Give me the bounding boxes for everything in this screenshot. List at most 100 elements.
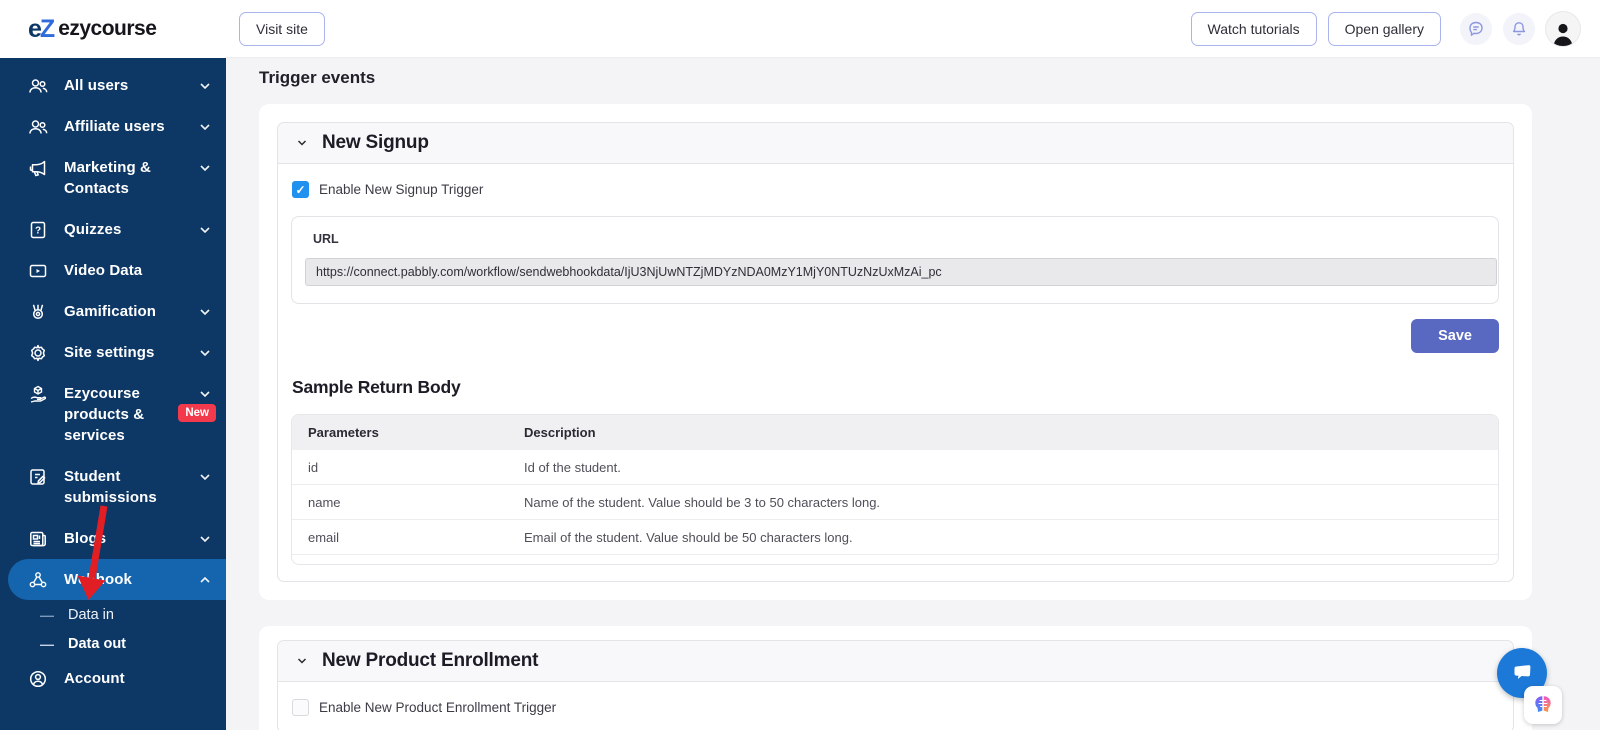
new-badge: New xyxy=(178,404,216,422)
sidebar-item-affiliate-users[interactable]: Affiliate users xyxy=(0,106,226,147)
table-row: name Name of the student. Value should b… xyxy=(292,485,1498,520)
webhook-url-input[interactable] xyxy=(305,258,1497,286)
new-product-enrollment-card: New Product Enrollment Enable New Produc… xyxy=(259,626,1532,730)
sidebar-nav: All users Affiliate users Marketing & Co… xyxy=(0,58,226,699)
sidebar-item-label: Gamification xyxy=(64,303,157,320)
bell-icon xyxy=(1512,21,1526,35)
sidebar-item-label: Affiliate users xyxy=(64,118,165,135)
brand-name: ezycourse xyxy=(58,17,157,40)
chevron-down-icon xyxy=(200,124,210,131)
chevron-down-icon xyxy=(200,536,210,543)
enable-new-product-enrollment-row: Enable New Product Enrollment Trigger xyxy=(292,699,1499,716)
chevron-down-icon xyxy=(200,474,210,481)
sidebar-item-marketing-contacts[interactable]: Marketing & Contacts xyxy=(0,147,226,209)
panel-title: New Signup xyxy=(322,132,429,153)
sidebar-item-webhook[interactable]: Webhook xyxy=(8,559,226,600)
support-chat-button[interactable] xyxy=(1460,12,1492,45)
new-signup-card: New Signup ✓ Enable New Signup Trigger U… xyxy=(259,104,1532,600)
sidebar-item-video-data[interactable]: Video Data xyxy=(0,250,226,291)
chevron-down-icon xyxy=(200,309,210,316)
sidebar-item-label: Webhook xyxy=(64,571,132,588)
sidebar-item-ezycourse-products[interactable]: Ezycourse products & services New xyxy=(0,373,226,456)
svg-text:?: ? xyxy=(35,226,41,237)
video-icon xyxy=(29,264,47,278)
sample-return-body-table: Parameters Description id Id of the stud… xyxy=(291,414,1499,565)
sidebar-subitem-data-out[interactable]: — Data out xyxy=(0,629,226,658)
check-icon: ✓ xyxy=(295,182,306,197)
new-signup-panel-body: ✓ Enable New Signup Trigger URL Save Sam… xyxy=(278,164,1513,581)
document-edit-icon xyxy=(30,469,46,485)
sidebar: eZ ezycourse All users Affiliate users M… xyxy=(0,0,226,730)
enable-new-product-enrollment-checkbox[interactable] xyxy=(292,699,309,716)
brand-logo[interactable]: eZ ezycourse xyxy=(0,0,226,58)
table-row: email Email of the student. Value should… xyxy=(292,520,1498,555)
save-row: Save xyxy=(291,319,1499,353)
sidebar-item-all-users[interactable]: All users xyxy=(0,65,226,106)
sidebar-item-quizzes[interactable]: ? Quizzes xyxy=(0,209,226,250)
url-label: URL xyxy=(313,232,339,246)
new-product-enrollment-panel-header[interactable]: New Product Enrollment xyxy=(278,641,1513,682)
users-icon xyxy=(29,120,48,134)
sidebar-item-site-settings[interactable]: Site settings xyxy=(0,332,226,373)
sidebar-item-student-submissions[interactable]: Student submissions xyxy=(0,456,226,518)
chevron-down-icon xyxy=(200,83,210,90)
sample-return-body-title: Sample Return Body xyxy=(292,377,461,397)
table-header-parameters: Parameters xyxy=(308,425,379,440)
sidebar-item-gamification[interactable]: Gamification xyxy=(0,291,226,332)
users-icon xyxy=(29,79,48,93)
chevron-up-icon xyxy=(200,576,210,583)
dash-icon: — xyxy=(40,606,54,623)
table-row: id Id of the student. xyxy=(292,450,1498,485)
new-product-enrollment-panel-body: Enable New Product Enrollment Trigger xyxy=(278,682,1513,730)
newspaper-icon xyxy=(30,531,46,547)
product-box-icon xyxy=(30,385,47,403)
panel-title: New Product Enrollment xyxy=(322,650,539,671)
chat-bubble-icon xyxy=(1469,21,1483,36)
new-signup-panel-header[interactable]: New Signup xyxy=(278,123,1513,164)
medal-icon xyxy=(32,304,44,320)
messenger-bubble-icon xyxy=(1514,665,1531,679)
sidebar-item-blogs[interactable]: Blogs xyxy=(0,518,226,559)
notifications-button[interactable] xyxy=(1503,12,1535,45)
new-signup-panel: New Signup ✓ Enable New Signup Trigger U… xyxy=(277,122,1514,582)
sidebar-item-label: Site settings xyxy=(64,344,155,361)
chevron-down-icon xyxy=(200,227,210,234)
user-avatar[interactable] xyxy=(1546,11,1580,46)
sidebar-item-label: Blogs xyxy=(64,530,107,547)
chevron-down-icon xyxy=(200,350,210,357)
visit-site-button[interactable]: Visit site xyxy=(239,11,325,46)
brain-icon xyxy=(1535,696,1551,712)
enable-new-signup-row: ✓ Enable New Signup Trigger xyxy=(292,181,1499,198)
new-product-enrollment-panel: New Product Enrollment Enable New Produc… xyxy=(277,640,1514,730)
sidebar-item-label: Student submissions xyxy=(64,468,157,506)
sidebar-item-label: All users xyxy=(64,77,129,94)
enable-new-signup-checkbox[interactable]: ✓ xyxy=(292,181,309,198)
person-circle-icon xyxy=(29,670,47,688)
watch-tutorials-button[interactable]: Watch tutorials xyxy=(1190,11,1317,46)
chevron-down-icon xyxy=(297,658,307,664)
sidebar-item-label: Marketing & Contacts xyxy=(64,159,151,197)
quiz-icon: ? xyxy=(30,221,46,239)
page-title: Trigger events xyxy=(259,68,376,87)
chevron-down-icon xyxy=(200,391,210,398)
sidebar-item-label: Account xyxy=(64,670,125,687)
webhook-icon xyxy=(29,572,47,588)
dash-icon: — xyxy=(40,635,54,652)
save-button[interactable]: Save xyxy=(1411,319,1499,353)
topbar: Visit site Watch tutorials Open gallery xyxy=(226,0,1600,58)
brand-logo-icon: eZ xyxy=(28,14,55,43)
enable-new-product-enrollment-label: Enable New Product Enrollment Trigger xyxy=(319,700,557,715)
brain-extension-button[interactable] xyxy=(1524,686,1562,724)
sidebar-item-label: Quizzes xyxy=(64,221,122,238)
enable-new-signup-label: Enable New Signup Trigger xyxy=(319,182,484,197)
person-icon xyxy=(1553,23,1573,46)
chevron-down-icon xyxy=(200,165,210,172)
table-header-description: Description xyxy=(524,425,596,440)
megaphone-icon xyxy=(29,160,46,177)
open-gallery-button[interactable]: Open gallery xyxy=(1327,11,1441,46)
webhook-url-box: URL xyxy=(291,216,1499,304)
sidebar-subitem-data-in[interactable]: — Data in xyxy=(0,600,226,629)
sidebar-item-account[interactable]: Account xyxy=(0,658,226,699)
table-header-row: Parameters Description xyxy=(292,415,1498,450)
main-content: Trigger events New Signup ✓ Enable New S… xyxy=(226,58,1600,730)
